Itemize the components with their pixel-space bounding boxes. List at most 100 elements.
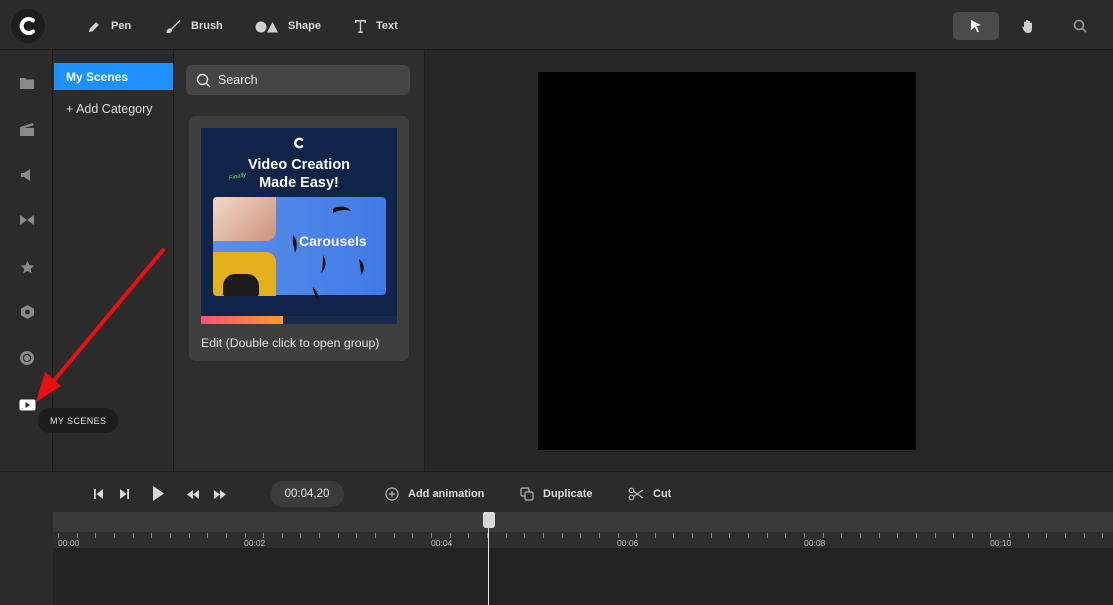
ruler-tick bbox=[729, 533, 730, 538]
ruler-tick bbox=[151, 533, 152, 538]
search-tool-button[interactable] bbox=[1057, 12, 1103, 40]
my-scenes-tooltip: MY SCENES bbox=[38, 408, 119, 433]
shape-label: Shape bbox=[288, 20, 322, 32]
ruler-tick bbox=[524, 533, 525, 538]
cut-label: Cut bbox=[653, 488, 672, 500]
search-input[interactable]: Search bbox=[186, 65, 410, 95]
ruler-tick bbox=[748, 533, 749, 538]
ruler-tick bbox=[711, 533, 712, 538]
app-logo[interactable] bbox=[11, 9, 45, 43]
ruler-tick bbox=[692, 533, 693, 538]
ruler-tick bbox=[1046, 533, 1047, 538]
brush-icon bbox=[166, 19, 181, 33]
hexagon-icon[interactable] bbox=[17, 302, 37, 322]
ruler-tick bbox=[394, 533, 395, 538]
ruler-tick bbox=[1102, 533, 1103, 538]
thumbnail-logo-icon bbox=[294, 137, 304, 149]
search-icon bbox=[196, 73, 211, 87]
ruler-tick bbox=[543, 533, 544, 538]
ruler-tick bbox=[655, 533, 656, 538]
transition-icon[interactable] bbox=[17, 210, 37, 230]
ruler-tick bbox=[1084, 533, 1085, 538]
star-icon[interactable] bbox=[17, 257, 37, 277]
ruler-tick bbox=[767, 533, 768, 538]
add-animation-label: Add animation bbox=[408, 488, 485, 500]
rewind-icon bbox=[187, 489, 199, 499]
ruler-tick bbox=[356, 533, 357, 538]
thumbnail-title: Video Creation Made Easy! bbox=[201, 156, 397, 192]
ruler-tick bbox=[375, 533, 376, 538]
playhead-handle[interactable] bbox=[483, 512, 495, 528]
ruler-tick bbox=[95, 533, 96, 538]
tick-label: 00:04 bbox=[431, 538, 453, 548]
ruler-tick bbox=[785, 533, 786, 538]
stage-canvas[interactable] bbox=[538, 72, 916, 450]
brush-tool[interactable]: Brush bbox=[165, 14, 223, 38]
play-button[interactable] bbox=[151, 485, 165, 501]
timeline-track[interactable] bbox=[53, 548, 1113, 605]
category-my-scenes[interactable]: My Scenes bbox=[54, 63, 173, 90]
ruler-tick bbox=[226, 533, 227, 538]
ruler-tick bbox=[468, 533, 469, 538]
tick-label: 00:00 bbox=[58, 538, 80, 548]
scene-card-caption: Edit (Double click to open group) bbox=[201, 336, 380, 350]
thumbnail-photo bbox=[213, 197, 276, 241]
pen-tool[interactable]: Pen bbox=[87, 14, 131, 38]
timeline: 00:04,20 Add animation Duplicate Cut 00:… bbox=[0, 471, 1113, 605]
shape-icon bbox=[255, 21, 278, 33]
timeline-left-gutter bbox=[0, 472, 53, 605]
add-category-button[interactable]: + Add Category bbox=[66, 102, 153, 116]
folder-icon[interactable] bbox=[17, 73, 37, 93]
ruler-tick bbox=[580, 533, 581, 538]
skip-to-start-button[interactable] bbox=[93, 486, 104, 502]
duplicate-button[interactable]: Duplicate bbox=[520, 485, 593, 503]
playhead-line bbox=[488, 526, 489, 605]
scene-card[interactable]: Video Creation Made Easy! Finally Carous… bbox=[189, 116, 409, 361]
ruler-tick bbox=[319, 533, 320, 538]
tick-label: 00:10 bbox=[990, 538, 1012, 548]
skip-to-end-button[interactable] bbox=[119, 486, 130, 502]
thumbnail-progress-rest bbox=[283, 316, 397, 324]
ruler-tick bbox=[860, 533, 861, 538]
fast-forward-button[interactable] bbox=[213, 486, 227, 502]
pen-label: Pen bbox=[111, 20, 132, 32]
ruler-tick bbox=[841, 533, 842, 538]
current-time-display[interactable]: 00:04,20 bbox=[270, 481, 344, 507]
ruler-tick bbox=[972, 533, 973, 538]
my-scenes-icon[interactable] bbox=[17, 395, 37, 415]
ruler-tick bbox=[935, 533, 936, 538]
hand-icon bbox=[1022, 19, 1032, 33]
select-tool-button[interactable] bbox=[953, 12, 999, 40]
ruler-tick bbox=[506, 533, 507, 538]
scene-thumbnail: Video Creation Made Easy! Finally Carous… bbox=[201, 128, 397, 324]
ruler-tick bbox=[114, 533, 115, 538]
skip-start-icon bbox=[94, 489, 103, 499]
ruler-tick bbox=[300, 533, 301, 538]
rewind-button[interactable] bbox=[186, 486, 200, 502]
tick-label: 00:02 bbox=[244, 538, 266, 548]
speaker-icon[interactable] bbox=[17, 165, 37, 185]
ruler-tick bbox=[282, 533, 283, 538]
ruler-tick bbox=[599, 533, 600, 538]
search-icon bbox=[1073, 19, 1087, 33]
text-icon bbox=[355, 20, 366, 33]
clapperboard-icon[interactable] bbox=[17, 119, 37, 139]
skip-end-icon bbox=[120, 489, 129, 499]
text-label: Text bbox=[376, 20, 398, 32]
ruler-tick bbox=[412, 533, 413, 538]
thumbnail-progress bbox=[201, 316, 283, 324]
add-animation-button[interactable]: Add animation bbox=[385, 485, 484, 503]
thumbnail-birds bbox=[292, 206, 364, 299]
hand-tool-button[interactable] bbox=[1005, 12, 1051, 40]
ruler-tick bbox=[1065, 533, 1066, 538]
timeline-ruler-scale bbox=[53, 532, 1113, 548]
canvas-area bbox=[425, 50, 1113, 471]
tick-label: 00:06 bbox=[617, 538, 639, 548]
text-tool[interactable]: Text bbox=[354, 14, 398, 38]
thumbnail-title-line1: Video Creation bbox=[247, 157, 351, 173]
ruler-tick bbox=[562, 533, 563, 538]
record-icon[interactable] bbox=[17, 348, 37, 368]
cut-button[interactable]: Cut bbox=[628, 485, 671, 503]
duplicate-label: Duplicate bbox=[543, 488, 593, 500]
shape-tool[interactable]: Shape bbox=[255, 14, 321, 38]
